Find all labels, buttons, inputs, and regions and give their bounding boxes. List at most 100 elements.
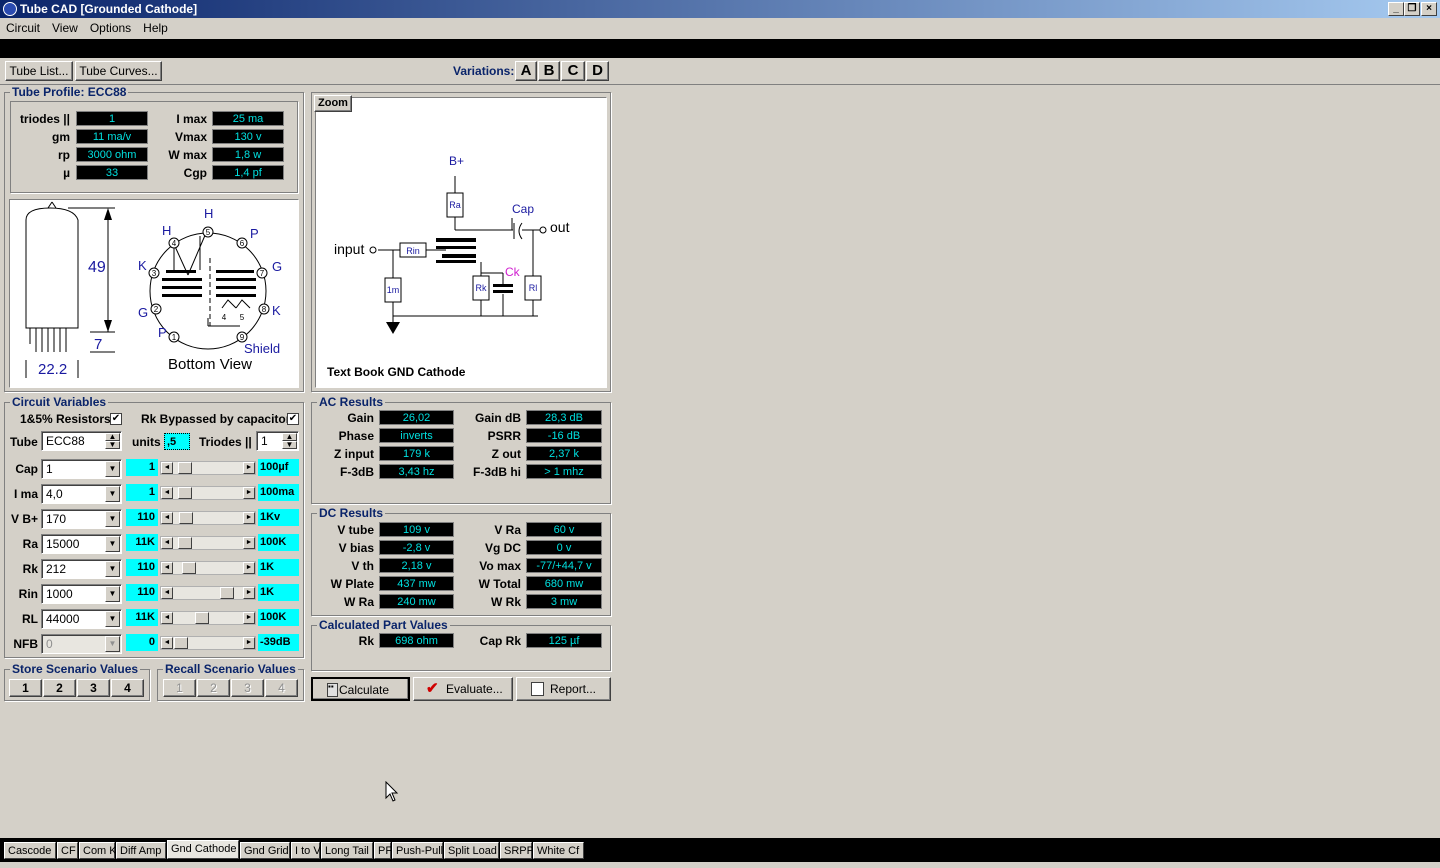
spinner-down-icon[interactable]: ▼: [282, 441, 297, 449]
tube-list-button[interactable]: Tube List...: [5, 61, 73, 81]
tab-i-to-v[interactable]: I to V: [291, 842, 321, 859]
pin-label: G: [272, 259, 282, 274]
calculate-button[interactable]: ▪▪ Calculate: [311, 677, 410, 701]
slider-right-icon[interactable]: ►: [243, 587, 255, 599]
variable-slider[interactable]: ◄ ►: [160, 561, 256, 575]
units-value[interactable]: ,5: [164, 433, 190, 450]
recall-button-4[interactable]: 4: [265, 679, 298, 697]
slider-right-icon[interactable]: ►: [243, 462, 255, 474]
variable-combo[interactable]: 1 ▼: [41, 459, 122, 479]
close-button[interactable]: ×: [1421, 2, 1437, 16]
variable-combo[interactable]: 15000 ▼: [41, 534, 122, 554]
minimize-button[interactable]: _: [1388, 2, 1404, 16]
tab-diff-amp[interactable]: Diff Amp: [116, 842, 166, 859]
dc-label: Vg DC: [485, 541, 521, 555]
slider-thumb[interactable]: [194, 612, 209, 624]
chevron-down-icon[interactable]: ▼: [105, 511, 120, 527]
evaluate-button[interactable]: ✔ Evaluate...: [413, 677, 513, 701]
slider-right-icon[interactable]: ►: [243, 512, 255, 524]
variable-combo[interactable]: 170 ▼: [41, 509, 122, 529]
variable-combo[interactable]: 44000 ▼: [41, 609, 122, 629]
tab-pf[interactable]: PF: [374, 842, 392, 859]
store-button-4[interactable]: 4: [111, 679, 144, 697]
tab-cf[interactable]: CF: [57, 842, 78, 859]
slider-thumb[interactable]: [219, 587, 234, 599]
variable-combo[interactable]: 1000 ▼: [41, 584, 122, 604]
slider-thumb[interactable]: [178, 462, 193, 474]
restore-button[interactable]: ❐: [1404, 2, 1420, 16]
slider-left-icon[interactable]: ◄: [161, 637, 173, 649]
store-button-1[interactable]: 1: [9, 679, 42, 697]
store-button-3[interactable]: 3: [77, 679, 110, 697]
zoom-button[interactable]: Zoom: [314, 95, 352, 112]
tab-push-pull[interactable]: Push-Pull: [392, 842, 443, 859]
recall-button-3[interactable]: 3: [231, 679, 264, 697]
slider-right-icon[interactable]: ►: [243, 637, 255, 649]
tube-select-spinner[interactable]: ECC88 ▲ ▼: [41, 431, 122, 451]
variable-slider[interactable]: ◄ ►: [160, 511, 256, 525]
slider-left-icon[interactable]: ◄: [161, 512, 173, 524]
chevron-down-icon[interactable]: ▼: [105, 486, 120, 502]
chevron-down-icon[interactable]: ▼: [105, 636, 120, 652]
chevron-down-icon[interactable]: ▼: [105, 461, 120, 477]
variable-slider[interactable]: ◄ ►: [160, 586, 256, 600]
slider-left-icon[interactable]: ◄: [161, 462, 173, 474]
heater-tap-label: 5: [240, 313, 245, 322]
variable-slider[interactable]: ◄ ►: [160, 486, 256, 500]
chevron-down-icon[interactable]: ▼: [105, 611, 120, 627]
tube-curves-button[interactable]: Tube Curves...: [75, 61, 162, 81]
tab-gnd-cathode[interactable]: Gnd Cathode: [167, 840, 239, 859]
slider-thumb[interactable]: [181, 562, 196, 574]
variable-slider[interactable]: ◄ ►: [160, 536, 256, 550]
menu-options[interactable]: Options: [84, 18, 137, 38]
slider-thumb[interactable]: [179, 512, 194, 524]
slider-thumb[interactable]: [174, 637, 188, 649]
recall-button-1[interactable]: 1: [163, 679, 196, 697]
slider-left-icon[interactable]: ◄: [161, 587, 173, 599]
variable-slider[interactable]: ◄ ►: [160, 611, 256, 625]
slider-thumb[interactable]: [178, 487, 193, 499]
variable-slider[interactable]: ◄ ►: [160, 461, 256, 475]
slider-left-icon[interactable]: ◄: [161, 537, 173, 549]
rk-bypass-checkbox[interactable]: ✔: [287, 413, 299, 425]
triodes-value: 1: [261, 434, 268, 448]
tab-white-cf[interactable]: White Cf: [533, 842, 584, 859]
variation-c-button[interactable]: C: [561, 61, 585, 81]
spinner-down-icon[interactable]: ▼: [105, 441, 120, 449]
variation-b-button[interactable]: B: [538, 61, 560, 81]
variable-slider[interactable]: ◄ ►: [160, 636, 256, 650]
variable-combo[interactable]: 4,0 ▼: [41, 484, 122, 504]
tab-long-tail[interactable]: Long Tail: [321, 842, 373, 859]
triodes-spinner[interactable]: 1 ▲ ▼: [256, 431, 299, 451]
tab-com-k[interactable]: Com K: [79, 842, 117, 859]
slider-left-icon[interactable]: ◄: [161, 562, 173, 574]
slider-left-icon[interactable]: ◄: [161, 612, 173, 624]
chevron-down-icon[interactable]: ▼: [105, 561, 120, 577]
variation-a-button[interactable]: A: [515, 61, 537, 81]
slider-right-icon[interactable]: ►: [243, 487, 255, 499]
tab-cascode[interactable]: Cascode: [4, 842, 56, 859]
tab-srpp[interactable]: SRPP: [500, 842, 534, 859]
menu-circuit[interactable]: Circuit: [0, 18, 46, 38]
variation-d-button[interactable]: D: [586, 61, 609, 81]
chevron-down-icon[interactable]: ▼: [105, 536, 120, 552]
resistors-checkbox[interactable]: ✔: [110, 413, 122, 425]
calc-cap-label: Cap Rk: [479, 634, 521, 648]
slider-thumb[interactable]: [178, 537, 193, 549]
variable-combo[interactable]: 0 ▼: [41, 634, 122, 654]
variable-combo[interactable]: 212 ▼: [41, 559, 122, 579]
ac-label: Z input: [334, 447, 374, 461]
tab-gnd-grid[interactable]: Gnd Grid: [240, 842, 290, 859]
slider-left-icon[interactable]: ◄: [161, 487, 173, 499]
bottom-border: [0, 862, 1440, 868]
menu-view[interactable]: View: [46, 18, 84, 38]
slider-right-icon[interactable]: ►: [243, 612, 255, 624]
store-button-2[interactable]: 2: [43, 679, 76, 697]
chevron-down-icon[interactable]: ▼: [105, 586, 120, 602]
report-button[interactable]: Report...: [516, 677, 611, 701]
menu-help[interactable]: Help: [137, 18, 174, 38]
slider-right-icon[interactable]: ►: [243, 537, 255, 549]
slider-right-icon[interactable]: ►: [243, 562, 255, 574]
tab-split-load[interactable]: Split Load: [444, 842, 499, 859]
recall-button-2[interactable]: 2: [197, 679, 230, 697]
